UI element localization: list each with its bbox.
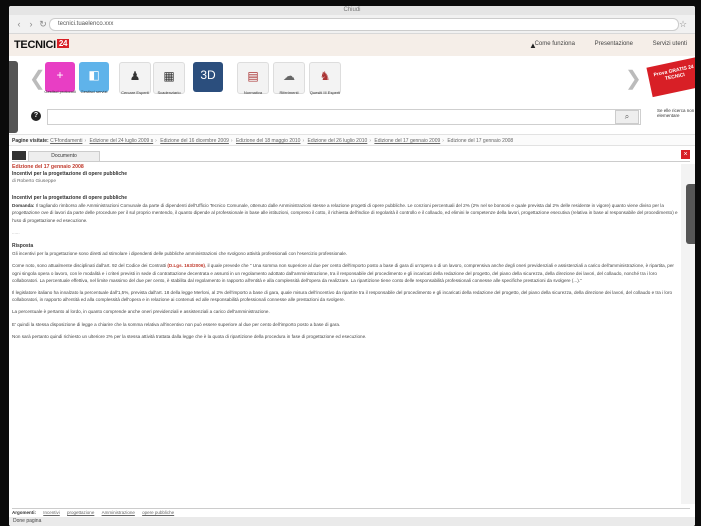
tools-toolbar: ❮ + Gestisci protocolli ◧ Gestisci servi… xyxy=(9,56,695,133)
site-logo[interactable]: TECNICI 24 xyxy=(14,39,70,51)
document-tabs: Documento × xyxy=(12,150,690,162)
cloud-icon: ☁ xyxy=(283,69,295,83)
toolbar-prev-arrow-icon[interactable]: ❮ xyxy=(29,66,46,91)
window-titlebar: Chiudi xyxy=(9,6,695,15)
answer-heading: Risposta xyxy=(12,243,34,250)
breadcrumb-item[interactable]: Edizione del 16 dicembre 2009 xyxy=(160,138,229,144)
right-scrollbar[interactable] xyxy=(681,164,695,504)
promo-banner[interactable]: Prova GRATIS 24 TECNICI xyxy=(646,56,695,98)
search-button[interactable]: ⌕ xyxy=(615,110,639,124)
breadcrumb-item[interactable]: Edizione del 26 luglio 2010 xyxy=(308,138,368,144)
browser-window: Chiudi ‹ › ↻ tecnici.tuaelenco.xxx ☆ TEC… xyxy=(9,6,695,526)
breadcrumb-item[interactable]: Edizione del 24 luglio 2009 s xyxy=(90,138,154,144)
tool-3d-label: 3D xyxy=(200,68,216,82)
breadcrumb-item[interactable]: C'Ffondamenti xyxy=(50,138,82,144)
help-icon[interactable]: ? xyxy=(31,111,41,121)
header-link-services[interactable]: Servizi utenti xyxy=(653,41,687,47)
tool-label: Normativa xyxy=(243,90,263,95)
document-footer: Argomenti: Incentivi progettazione Ammin… xyxy=(12,508,690,516)
breadcrumb-label: Pagine visitate: xyxy=(12,138,49,144)
document-author: di Roberto Giuseppe xyxy=(12,179,56,184)
search-icon: ⌕ xyxy=(624,112,630,121)
search-row: ? ⌕ Se elle ricerca non elementare xyxy=(9,106,695,130)
address-bar: ‹ › ↻ tecnici.tuaelenco.xxx ☆ xyxy=(9,15,695,34)
book-icon: ▤ xyxy=(247,69,259,83)
footer-arg-link[interactable]: progettazione xyxy=(67,510,94,515)
tool-label: Cercare Esperti xyxy=(121,90,149,95)
answer-paragraph-6: Non sarà pertanto quindi richiesto un ul… xyxy=(12,333,367,339)
close-icon[interactable]: × xyxy=(681,150,690,159)
url-input[interactable]: tecnici.tuaelenco.xxx xyxy=(49,18,679,31)
answer-text: Come noto, sono attualmente disciplinati… xyxy=(12,263,167,269)
document-content: Edizione del 17 gennaio 2008 Incentivi p… xyxy=(12,164,680,504)
question-label: Domanda: xyxy=(12,203,35,209)
answer-paragraph-3: Il legislatore italiano ha innalzato la … xyxy=(12,290,673,303)
toolbar-next-arrow-icon[interactable]: ❯ xyxy=(625,66,642,91)
window-title: Chiudi xyxy=(343,7,361,13)
tab-document[interactable]: Documento xyxy=(28,151,100,161)
site-header: TECNICI 24 ▲ Come funziona Presentazione … xyxy=(9,34,695,56)
tool-3d[interactable]: 3D xyxy=(193,62,223,92)
tool-normativa[interactable]: ▤ Normativa xyxy=(237,62,269,95)
url-text: tecnici.tuaelenco.xxx xyxy=(58,21,114,27)
breadcrumb-item[interactable]: Edizione del 17 gennaio 2009 xyxy=(374,138,440,144)
question-heading: Incentivi per la progettazione di opere … xyxy=(12,195,128,201)
tool-label: Gestisci servizi xyxy=(80,89,108,94)
logo-badge: 24 xyxy=(56,39,70,48)
tool-gestisci-protocolli[interactable]: + Gestisci protocolli xyxy=(44,62,76,94)
footer-arg-link[interactable]: Amministrazione xyxy=(102,510,135,515)
person-icon: ♟ xyxy=(129,69,141,83)
divider: ...... xyxy=(12,229,20,235)
status-bar: Done pagina xyxy=(9,517,695,526)
tool-riferimenti[interactable]: ☁ Riferimenti xyxy=(273,62,305,95)
plus-icon: + xyxy=(56,68,64,82)
search-input[interactable] xyxy=(47,109,641,125)
tab-menu[interactable] xyxy=(12,151,26,160)
answer-paragraph-4: La percentuale è pertanto al lordo, in q… xyxy=(12,309,270,315)
forward-icon[interactable]: › xyxy=(25,18,37,30)
header-link-how[interactable]: Come funziona xyxy=(535,41,575,47)
calendar-icon: ▦ xyxy=(163,69,175,83)
breadcrumb-item[interactable]: Edizione del 18 maggio 2010 xyxy=(236,138,301,144)
breadcrumb: Pagine visitate: C'Ffondamenti › Edizione… xyxy=(9,134,695,146)
search-help-text[interactable]: Se elle ricerca non elementare xyxy=(657,108,695,118)
star-icon[interactable]: ☆ xyxy=(677,18,689,30)
breadcrumb-current: Edizione del 17 gennaio 2008 xyxy=(447,138,514,144)
answer-paragraph-5: E' quindi la stessa disposizione di legg… xyxy=(12,321,341,327)
question-paragraph: Domanda: Il tagliando rimborso alle Ammi… xyxy=(12,202,680,224)
logo-text: TECNICI xyxy=(14,39,56,51)
tool-gestisci-servizi[interactable]: ◧ Gestisci servizi xyxy=(79,62,109,94)
tool-cercare-esperti[interactable]: ♟ Cercare Esperti xyxy=(119,62,151,95)
figure-icon: ♞ xyxy=(319,69,331,83)
answer-paragraph-2: Come noto, sono attualmente disciplinati… xyxy=(12,262,680,284)
tool-quesiti-esperti[interactable]: ♞ Quesiti III Esperti xyxy=(309,62,341,95)
reload-icon[interactable]: ↻ xyxy=(37,18,49,30)
back-icon[interactable]: ‹ xyxy=(13,18,25,30)
header-link-presentation[interactable]: Presentazione xyxy=(595,41,633,47)
answer-paragraph-1: Gli incentivi per la progettazione sono … xyxy=(12,251,348,257)
tool-label: Scadenziario xyxy=(157,90,181,95)
question-text: Il tagliando rimborso alle Amministrazio… xyxy=(12,203,678,223)
tool-label: Quesiti III Esperti xyxy=(309,90,341,95)
document-title: Incentivi per la progettazione di opere … xyxy=(12,171,128,177)
status-text: Done pagina xyxy=(13,518,42,524)
tool-label: Gestisci protocolli xyxy=(44,89,76,94)
right-side-tab[interactable] xyxy=(686,184,695,244)
header-links: Come funziona Presentazione Servizi uten… xyxy=(517,41,687,47)
footer-arg-link[interactable]: Incentivi xyxy=(43,510,60,515)
law-reference-link[interactable]: (D.Lgs. 163/2006) xyxy=(167,263,205,268)
footer-arg-link[interactable]: opere pubbliche xyxy=(142,510,174,515)
document-edition: Edizione del 17 gennaio 2008 xyxy=(12,164,84,170)
tool-label: Riferimenti xyxy=(279,90,299,95)
panel-icon: ◧ xyxy=(88,68,100,82)
tool-scadenziario[interactable]: ▦ Scadenziario xyxy=(153,62,185,95)
footer-label: Argomenti: xyxy=(12,510,36,515)
